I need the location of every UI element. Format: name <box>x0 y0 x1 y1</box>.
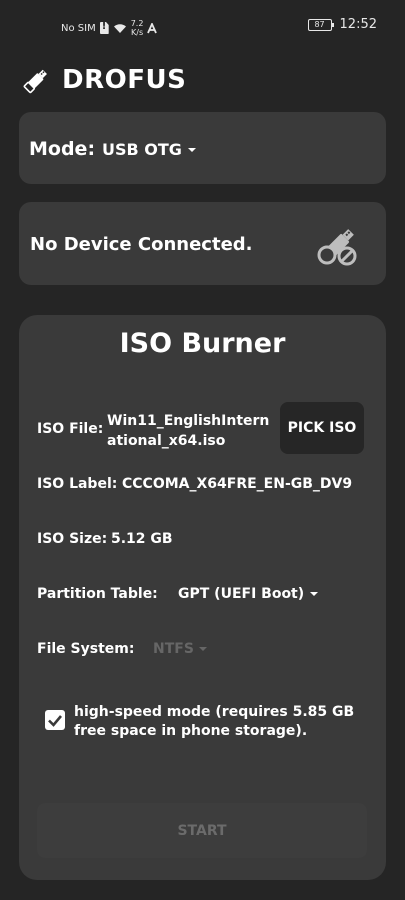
clock: 12:52 <box>339 17 377 32</box>
chevron-down-icon <box>187 147 196 152</box>
iso-file-name-line1: Win11_EnglishIntern <box>107 413 270 429</box>
partition-table-dropdown[interactable]: GPT (UEFI Boot) <box>178 586 319 602</box>
iso-size-value: 5.12 GB <box>111 531 173 547</box>
app-header: DROFUS <box>20 58 186 102</box>
data-speed: 7.2 K/s <box>131 19 144 37</box>
a-icon <box>147 22 158 33</box>
high-speed-label: high-speed mode (requires 5.85 GB free s… <box>74 703 364 741</box>
usb-disconnected-icon <box>317 229 357 266</box>
iso-burner-title: ISO Burner <box>119 328 286 359</box>
iso-file-label: ISO File: <box>37 421 104 437</box>
battery-icon: 87 <box>307 18 334 31</box>
partition-table-value: GPT (UEFI Boot) <box>178 586 305 602</box>
iso-size-label: ISO Size: <box>37 531 108 547</box>
sim-alert-icon <box>99 22 109 34</box>
chevron-down-icon <box>198 647 207 651</box>
mode-label: Mode: <box>29 138 96 160</box>
high-speed-label-line2: free space in phone storage). <box>74 723 308 739</box>
carrier-text: No SIM <box>61 22 96 34</box>
iso-label-value: CCCOMA_X64FRE_EN-GB_DV9 <box>122 476 353 492</box>
device-status-text: No Device Connected. <box>30 234 253 255</box>
mode-card: Mode: USB OTG <box>19 112 386 184</box>
file-system-label: File System: <box>37 641 135 657</box>
iso-burner-card: ISO Burner ISO File: Win11_EnglishIntern… <box>19 315 386 880</box>
device-status-card: No Device Connected. <box>19 202 386 285</box>
file-system-dropdown[interactable]: NTFS <box>153 641 207 657</box>
high-speed-checkbox[interactable] <box>45 710 65 730</box>
status-left: No SIM 7.2 K/s <box>61 19 158 37</box>
speed-unit: K/s <box>131 28 144 37</box>
status-right: 87 12:52 <box>307 17 377 32</box>
mode-dropdown[interactable]: USB OTG <box>102 140 196 159</box>
checkmark-icon <box>48 715 62 727</box>
high-speed-label-line1: high-speed mode (requires 5.85 GB <box>74 704 355 720</box>
iso-file-name-line2: ational_x64.iso <box>107 433 226 449</box>
battery-level: 87 <box>314 19 325 29</box>
file-system-value: NTFS <box>153 641 194 657</box>
chevron-down-icon <box>310 592 319 596</box>
start-button[interactable]: START <box>37 803 367 858</box>
mode-selected-value: USB OTG <box>102 140 182 159</box>
wifi-icon <box>113 23 126 33</box>
partition-table-label: Partition Table: <box>37 586 158 602</box>
pick-iso-button[interactable]: PICK ISO <box>280 402 364 454</box>
iso-label-label: ISO Label: <box>37 476 118 492</box>
status-bar: No SIM 7.2 K/s 87 12:52 <box>0 0 405 52</box>
iso-file-value: Win11_EnglishIntern ational_x64.iso <box>107 411 269 451</box>
app-title: DROFUS <box>62 65 187 95</box>
speed-value: 7.2 <box>130 19 144 28</box>
usb-stick-icon <box>23 69 47 94</box>
